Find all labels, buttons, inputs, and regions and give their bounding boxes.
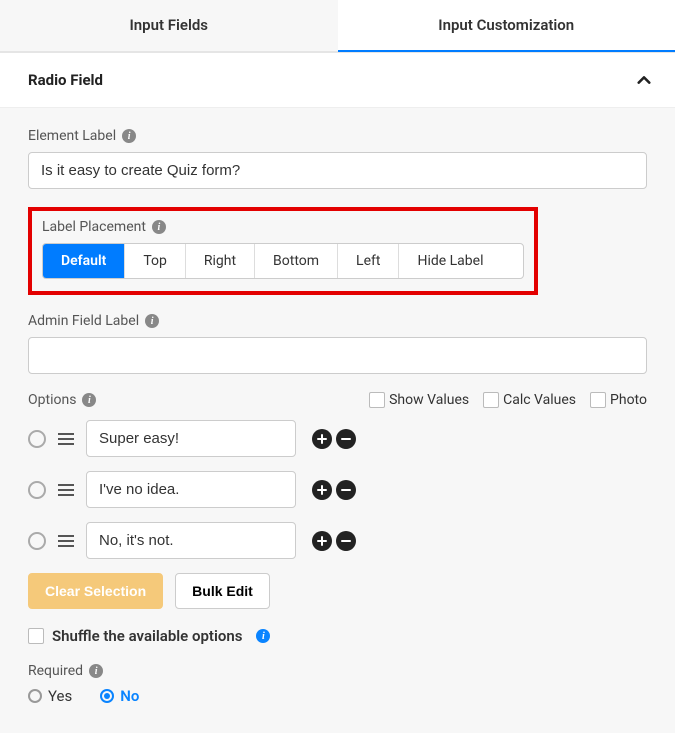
required-no[interactable]: No [100,687,139,705]
drag-handle-icon[interactable] [58,533,74,549]
options-label: Options [28,392,76,408]
photo-label: Photo [610,392,647,408]
required-label: Required [28,663,83,679]
info-icon[interactable]: i [122,129,136,143]
tab-input-fields[interactable]: Input Fields [0,0,338,52]
accordion-title: Radio Field [28,71,103,89]
option-row [28,420,647,457]
required-yes[interactable]: Yes [28,687,72,705]
admin-field-label-input[interactable] [28,337,647,374]
bulk-edit-button[interactable]: Bulk Edit [175,573,270,609]
label-placement-text: Label Placement [42,219,146,235]
checkbox-icon [483,392,499,408]
placement-hide-label[interactable]: Hide Label [399,244,501,278]
drag-handle-icon[interactable] [58,482,74,498]
remove-option-button[interactable] [336,429,356,449]
info-icon[interactable]: i [89,664,103,678]
remove-option-button[interactable] [336,480,356,500]
option-row [28,522,647,559]
placement-default[interactable]: Default [43,244,125,278]
placement-right[interactable]: Right [186,244,255,278]
accordion-radio-field[interactable]: Radio Field [0,53,675,108]
show-values-label: Show Values [389,392,469,408]
calc-values-toggle[interactable]: Calc Values [483,392,576,408]
element-label-input[interactable] [28,152,647,189]
required-yes-label: Yes [48,687,72,705]
label-placement-group: Default Top Right Bottom Left Hide Label [42,243,524,279]
radio-icon [100,689,114,703]
show-values-toggle[interactable]: Show Values [369,392,469,408]
photo-toggle[interactable]: Photo [590,392,647,408]
checkbox-icon [369,392,385,408]
info-icon[interactable]: i [145,314,159,328]
remove-option-button[interactable] [336,531,356,551]
clear-selection-button[interactable]: Clear Selection [28,573,163,609]
checkbox-icon [590,392,606,408]
option-input[interactable] [86,420,296,457]
option-input[interactable] [86,522,296,559]
add-option-button[interactable] [312,480,332,500]
placement-bottom[interactable]: Bottom [255,244,338,278]
drag-handle-icon[interactable] [58,431,74,447]
admin-field-label-text: Admin Field Label [28,313,139,329]
calc-values-label: Calc Values [503,392,576,408]
shuffle-label: Shuffle the available options [52,627,242,645]
add-option-button[interactable] [312,429,332,449]
info-icon[interactable]: i [152,220,166,234]
info-icon[interactable]: i [82,393,96,407]
element-label-text: Element Label [28,128,116,144]
placement-top[interactable]: Top [125,244,186,278]
label-placement-highlight: Label Placement i Default Top Right Bott… [28,207,538,295]
add-option-button[interactable] [312,531,332,551]
info-icon[interactable]: i [256,629,270,643]
option-input[interactable] [86,471,296,508]
option-row [28,471,647,508]
option-radio[interactable] [28,481,46,499]
tab-input-customization[interactable]: Input Customization [338,0,675,52]
option-radio[interactable] [28,430,46,448]
placement-left[interactable]: Left [338,244,399,278]
radio-icon [28,689,42,703]
required-no-label: No [120,687,139,705]
chevron-up-icon [637,73,651,87]
option-radio[interactable] [28,532,46,550]
shuffle-checkbox[interactable] [28,628,44,644]
